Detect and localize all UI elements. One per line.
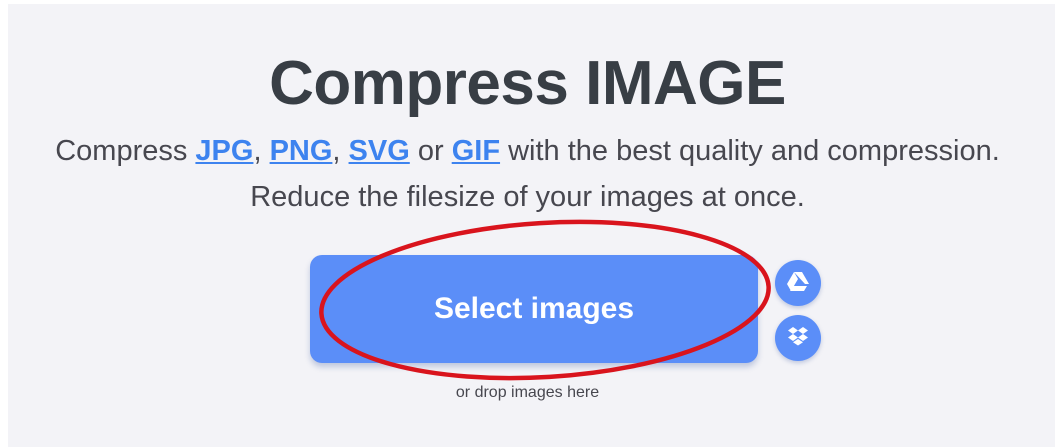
- link-jpg[interactable]: JPG: [195, 135, 253, 167]
- comma-separator: ,: [332, 135, 349, 167]
- or-separator: or: [409, 135, 452, 167]
- page-title: Compress IMAGE: [269, 49, 786, 118]
- link-png[interactable]: PNG: [270, 135, 333, 167]
- page-description: Compress JPG, PNG, SVG or GIF with the b…: [0, 128, 1055, 220]
- select-images-button[interactable]: Select images: [310, 255, 758, 363]
- link-gif[interactable]: GIF: [452, 135, 500, 167]
- google-drive-button[interactable]: [775, 260, 821, 306]
- dropbox-icon: [787, 326, 809, 351]
- dropbox-button[interactable]: [775, 315, 821, 361]
- description-line-2: Reduce the filesize of your images at on…: [250, 181, 805, 213]
- drop-hint: or drop images here: [455, 384, 600, 401]
- select-images-label: Select images: [433, 292, 635, 325]
- description-prefix: Compress: [55, 135, 196, 167]
- comma-separator: ,: [253, 135, 270, 167]
- google-drive-icon: [787, 271, 809, 296]
- link-svg[interactable]: SVG: [349, 135, 410, 167]
- description-suffix: with the best quality and compression.: [500, 135, 1000, 167]
